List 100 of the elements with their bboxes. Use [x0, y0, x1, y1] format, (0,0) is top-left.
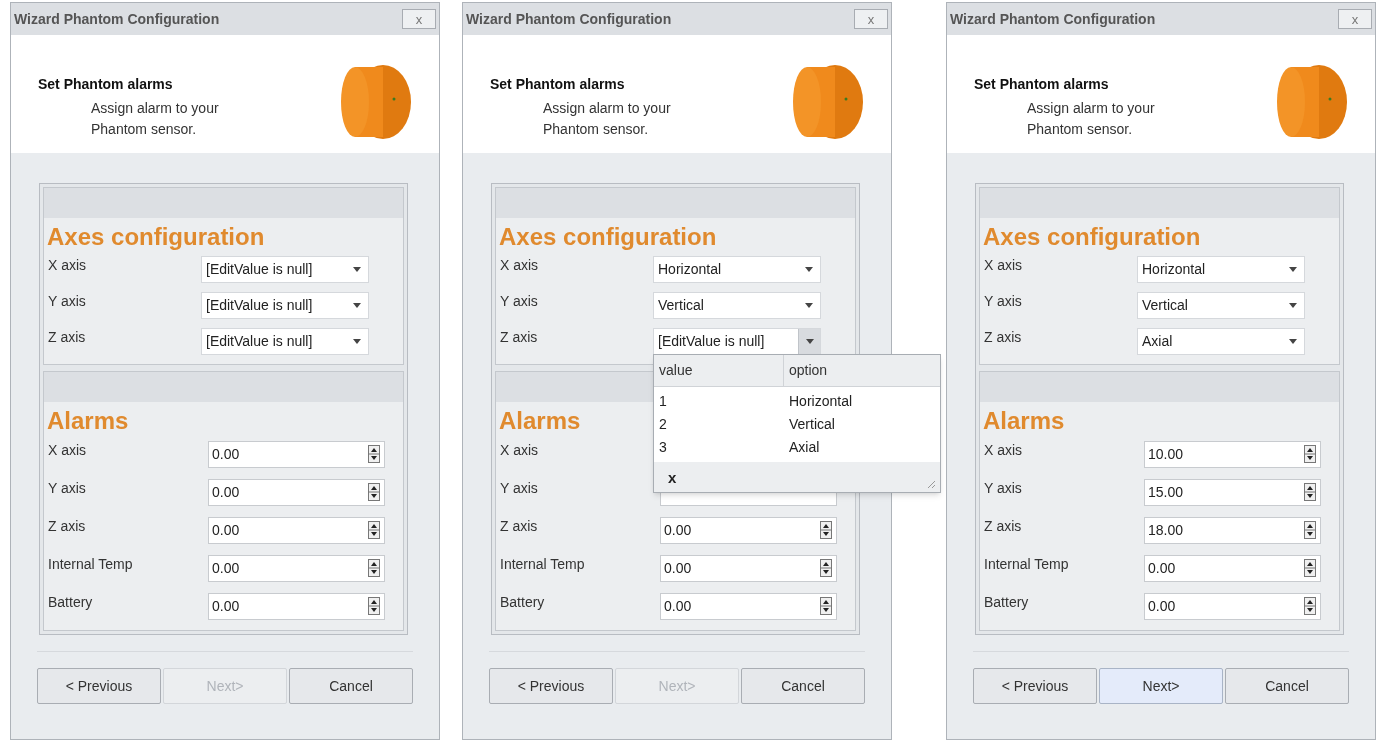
caret-icon: [353, 302, 361, 308]
number-field[interactable]: 18.00: [1144, 516, 1321, 544]
wizard-button[interactable]: Cancel: [289, 668, 413, 704]
field-label: Battery: [500, 592, 546, 612]
dropdown-field[interactable]: [EditValue is null]: [201, 327, 369, 355]
number-field[interactable]: 10.00: [1144, 440, 1321, 468]
field-label: Y axis: [984, 478, 1023, 498]
resize-grip-icon[interactable]: [926, 479, 936, 489]
field-label: Internal Temp: [48, 554, 134, 574]
clear-button[interactable]: x: [668, 469, 677, 485]
field-label: Y axis: [984, 291, 1023, 311]
number-field[interactable]: 0.00: [1144, 592, 1321, 620]
field-label: Internal Temp: [500, 554, 586, 574]
field-label: Y axis: [500, 291, 539, 311]
close-button[interactable]: x: [854, 9, 888, 29]
window-title: Wizard Phantom Configuration: [14, 9, 220, 29]
step-title: Set Phantom alarms: [974, 75, 1110, 94]
field-label: Z axis: [48, 327, 87, 347]
dropdown-option[interactable]: 1 Horizontal: [654, 390, 940, 413]
spinner-icon: [1304, 445, 1316, 463]
wizard-button[interactable]: Cancel: [1225, 668, 1349, 704]
spinner-icon: [820, 559, 832, 577]
dropdown-field[interactable]: Vertical: [1137, 291, 1305, 319]
spinner-icon: [820, 597, 832, 615]
number-field[interactable]: 0.00: [660, 516, 837, 544]
number-field[interactable]: 0.00: [208, 516, 385, 544]
section-heading: Axes configuration: [47, 223, 265, 251]
number-field[interactable]: 0.00: [208, 478, 385, 506]
field-label: X axis: [984, 255, 1024, 275]
spinner-icon: [1304, 483, 1316, 501]
caret-icon: [805, 338, 814, 344]
close-button[interactable]: x: [402, 9, 436, 29]
field-label: Z axis: [984, 516, 1023, 536]
wizard-button[interactable]: < Previous: [973, 668, 1097, 704]
number-field[interactable]: 0.00: [1144, 554, 1321, 582]
field-label: Z axis: [48, 516, 87, 536]
step-title: Set Phantom alarms: [38, 75, 174, 94]
section-heading: Axes configuration: [499, 223, 717, 251]
field-label: Y axis: [500, 478, 539, 498]
section-heading: Alarms: [47, 407, 129, 435]
spinner-icon: [1304, 559, 1316, 577]
number-field[interactable]: 0.00: [208, 554, 385, 582]
caret-icon: [353, 266, 361, 272]
number-field[interactable]: 15.00: [1144, 478, 1321, 506]
wizard-button[interactable]: < Previous: [37, 668, 161, 704]
column-header[interactable]: value: [654, 355, 784, 386]
close-button[interactable]: x: [1338, 9, 1372, 29]
field-label: X axis: [500, 440, 540, 460]
dropdown-field[interactable]: [EditValue is null]: [653, 327, 821, 355]
dropdown-field[interactable]: Vertical: [653, 291, 821, 319]
number-field[interactable]: 0.00: [660, 592, 837, 620]
caret-icon: [805, 266, 813, 272]
field-label: Battery: [48, 592, 94, 612]
wizard-button[interactable]: Next>: [1099, 668, 1223, 704]
field-label: X axis: [48, 440, 88, 460]
field-label: Z axis: [500, 516, 539, 536]
caret-icon: [353, 338, 361, 344]
field-label: X axis: [48, 255, 88, 275]
caret-icon: [1289, 266, 1297, 272]
section-heading: Axes configuration: [983, 223, 1201, 251]
spinner-icon: [1304, 597, 1316, 615]
field-label: X axis: [984, 440, 1024, 460]
field-label: X axis: [500, 255, 540, 275]
dropdown-field[interactable]: Horizontal: [653, 255, 821, 283]
spinner-icon: [368, 521, 380, 539]
column-header[interactable]: option: [784, 355, 940, 386]
spinner-icon: [368, 483, 380, 501]
spinner-icon: [368, 559, 380, 577]
field-label: Internal Temp: [984, 554, 1070, 574]
spinner-icon: [368, 445, 380, 463]
dropdown-field[interactable]: [EditValue is null]: [201, 255, 369, 283]
field-label: Z axis: [984, 327, 1023, 347]
window-title: Wizard Phantom Configuration: [466, 9, 672, 29]
dropdown-field[interactable]: Axial: [1137, 327, 1305, 355]
step-description: Assign alarm to your Phantom sensor.: [91, 99, 220, 139]
step-description: Assign alarm to your Phantom sensor.: [543, 99, 672, 139]
number-field[interactable]: 0.00: [208, 440, 385, 468]
caret-icon: [1289, 338, 1297, 344]
field-label: Y axis: [48, 478, 87, 498]
field-label: Battery: [984, 592, 1030, 612]
spinner-icon: [1304, 521, 1316, 539]
spinner-icon: [368, 597, 380, 615]
field-label: Y axis: [48, 291, 87, 311]
number-field[interactable]: 0.00: [660, 554, 837, 582]
caret-icon: [1289, 302, 1297, 308]
section-heading: Alarms: [499, 407, 581, 435]
dropdown-option[interactable]: 3 Axial: [654, 436, 940, 459]
dropdown-field[interactable]: Horizontal: [1137, 255, 1305, 283]
step-description: Assign alarm to your Phantom sensor.: [1027, 99, 1156, 139]
spinner-icon: [820, 521, 832, 539]
dropdown-field[interactable]: [EditValue is null]: [201, 291, 369, 319]
dropdown-option[interactable]: 2 Vertical: [654, 413, 940, 436]
step-title: Set Phantom alarms: [490, 75, 626, 94]
window-title: Wizard Phantom Configuration: [950, 9, 1156, 29]
field-label: Z axis: [500, 327, 539, 347]
wizard-button[interactable]: Cancel: [741, 668, 865, 704]
caret-icon: [805, 302, 813, 308]
number-field[interactable]: 0.00: [208, 592, 385, 620]
wizard-button[interactable]: < Previous: [489, 668, 613, 704]
section-heading: Alarms: [983, 407, 1065, 435]
